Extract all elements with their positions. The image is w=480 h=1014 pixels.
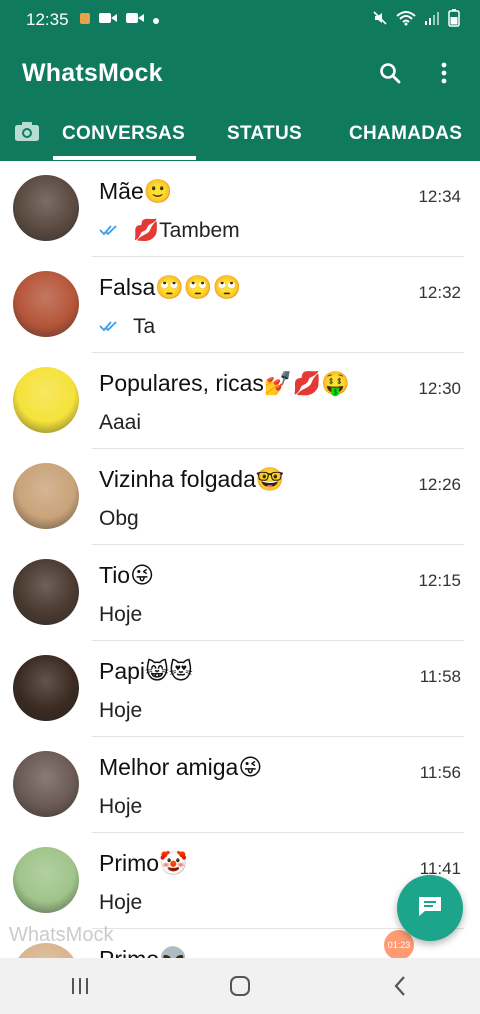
status-time: 12:35	[26, 10, 69, 29]
contact-avatar[interactable]	[13, 367, 79, 433]
dot-icon	[152, 10, 160, 30]
mute-icon	[372, 10, 388, 31]
search-icon[interactable]	[372, 55, 408, 91]
message-preview: Hoje	[99, 603, 142, 627]
contact-name: Falsa🙄🙄🙄	[99, 274, 242, 300]
message-time: 12:30	[418, 379, 461, 398]
chat-icon	[417, 895, 443, 922]
read-receipt-icon	[99, 319, 119, 336]
message-time: 12:15	[418, 571, 461, 590]
read-receipt-icon	[99, 223, 119, 240]
new-chat-button[interactable]	[397, 875, 463, 941]
message-preview: Hoje	[99, 891, 142, 915]
home-button[interactable]	[210, 966, 270, 1006]
preview-text: Aaai	[99, 411, 142, 434]
contact-avatar[interactable]	[13, 175, 79, 241]
message-preview: 💋Tambem	[99, 219, 240, 243]
message-time: 11:56	[419, 763, 461, 782]
chat-row[interactable]: Vizinha folgada🤓 12:26 Obg	[0, 449, 480, 545]
wifi-icon	[396, 10, 416, 31]
watermark: WhatsMock	[9, 924, 114, 946]
notification-icon	[79, 10, 91, 30]
tab-chamadas[interactable]: CHAMADAS	[349, 106, 462, 161]
video-icon	[98, 10, 118, 30]
battery-icon	[448, 8, 460, 32]
message-preview: Obg	[99, 507, 139, 531]
tab-indicator	[53, 156, 196, 160]
contact-avatar[interactable]	[13, 463, 79, 529]
chat-row[interactable]: Melhor amiga😜 11:56 Hoje	[0, 737, 480, 833]
contact-name: Primo👽	[99, 946, 188, 958]
system-nav-bar	[0, 958, 480, 1014]
camera-tab[interactable]	[12, 106, 42, 161]
message-time: 12:32	[418, 283, 461, 302]
tab-conversas[interactable]: CONVERSAS	[62, 106, 185, 161]
chat-list[interactable]: Mãe🙂 12:34 💋Tambem Falsa🙄🙄🙄 12:32 Ta Populares…	[0, 161, 480, 958]
message-time: 11:58	[419, 667, 461, 686]
more-vert-icon[interactable]	[426, 55, 462, 91]
message-preview: Hoje	[99, 699, 142, 723]
contact-avatar[interactable]	[13, 655, 79, 721]
contact-avatar[interactable]	[13, 847, 79, 913]
app-bar: WhatsMock	[0, 40, 480, 106]
video-icon	[125, 10, 145, 30]
preview-text: Ta	[133, 315, 156, 338]
preview-text: Hoje	[99, 891, 143, 914]
contact-name: Vizinha folgada🤓	[99, 466, 285, 492]
app-title: WhatsMock	[22, 58, 163, 87]
contact-name: Mãe🙂	[99, 178, 173, 204]
contact-avatar[interactable]	[13, 271, 79, 337]
preview-text: Hoje	[99, 795, 143, 818]
chat-row[interactable]: Mãe🙂 12:34 💋Tambem	[0, 161, 480, 257]
contact-avatar[interactable]	[13, 751, 79, 817]
status-bar: 12:35	[0, 0, 480, 40]
chat-row[interactable]: Falsa🙄🙄🙄 12:32 Ta	[0, 257, 480, 353]
back-button[interactable]	[370, 966, 430, 1006]
contact-name: Tio😜	[99, 562, 155, 588]
chat-row[interactable]: Populares, ricas💅💋🤑 12:30 Aaai	[0, 353, 480, 449]
preview-text: Hoje	[99, 699, 143, 722]
contact-name: Primo🤡	[99, 850, 188, 876]
tab-bar: CONVERSAS STATUS CHAMADAS	[0, 106, 480, 161]
chat-row[interactable]: Tio😜 12:15 Hoje	[0, 545, 480, 641]
message-time: 12:26	[418, 475, 461, 494]
tab-status[interactable]: STATUS	[227, 106, 302, 161]
preview-text: Obg	[99, 507, 139, 530]
signal-icon	[424, 10, 440, 31]
camera-icon	[14, 120, 40, 148]
message-preview: Hoje	[99, 795, 142, 819]
chat-row[interactable]: Papi😸😻 11:58 Hoje	[0, 641, 480, 737]
contact-avatar[interactable]	[13, 559, 79, 625]
preview-text: Hoje	[99, 603, 143, 626]
contact-name: Populares, ricas💅💋🤑	[99, 370, 350, 396]
preview-text: 💋Tambem	[133, 219, 240, 242]
contact-name: Papi😸😻	[99, 658, 193, 684]
contact-name: Melhor amiga😜	[99, 754, 263, 780]
message-time: 12:34	[418, 187, 461, 206]
message-preview: Aaai	[99, 411, 141, 435]
recents-button[interactable]	[50, 966, 110, 1006]
message-preview: Ta	[99, 315, 155, 339]
